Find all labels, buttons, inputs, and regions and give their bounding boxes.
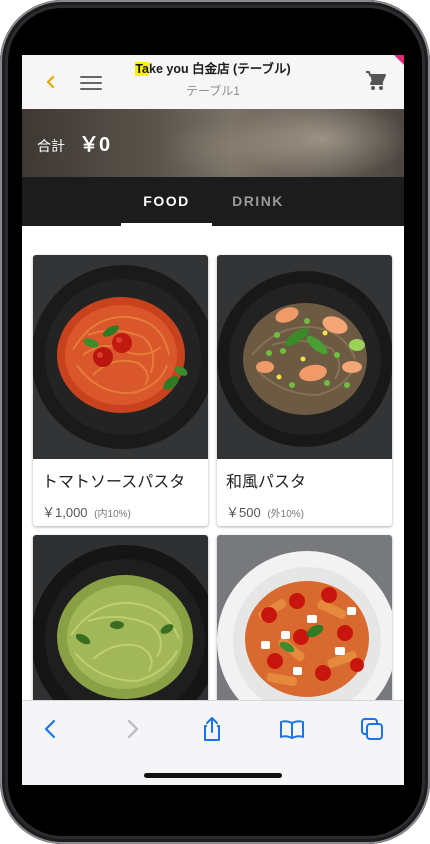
japanese-pasta-photo xyxy=(217,255,392,459)
price-value: ￥1,000 xyxy=(42,505,88,520)
tomato-pasta-photo xyxy=(33,255,208,459)
penne-pasta-photo xyxy=(217,535,392,700)
menu-item-card[interactable]: 和風パスタ ￥500 (外10%) xyxy=(217,255,392,526)
chevron-left-icon xyxy=(46,75,55,89)
category-tabs: FOOD DRINK xyxy=(22,177,404,226)
tax-note: (外10%) xyxy=(267,509,305,520)
pesto-pasta-photo xyxy=(33,535,208,700)
tabs-button[interactable] xyxy=(358,715,386,743)
tax-note: (内10%) xyxy=(94,509,131,520)
app-header: Take you 白金店 (テーブル) テーブル1 xyxy=(22,55,404,109)
tabs-icon xyxy=(361,718,383,740)
menu-item-name: トマトソースパスタ xyxy=(42,474,186,491)
total-value: ￥0 xyxy=(79,134,111,156)
back-button[interactable] xyxy=(40,71,62,93)
hamburger-icon xyxy=(80,76,102,90)
menu-item-price: ￥1,000 (内10%) xyxy=(42,502,131,521)
app-screen: Take you 白金店 (テーブル) テーブル1 合計 ￥0 FOOD DRI… xyxy=(22,55,404,785)
bookmarks-button[interactable] xyxy=(278,715,306,743)
corner-flag xyxy=(394,55,404,65)
menu-button[interactable] xyxy=(80,72,102,92)
browser-back-button[interactable] xyxy=(37,715,65,743)
menu-grid: トマトソースパスタ ￥1,000 (内10%) 和風パスタ ￥500 (外10%… xyxy=(22,226,404,700)
browser-forward-button[interactable] xyxy=(118,715,146,743)
cart-button[interactable] xyxy=(364,69,388,93)
menu-item-card[interactable] xyxy=(33,535,208,700)
tab-food[interactable]: FOOD xyxy=(121,177,212,226)
bookmarks-icon xyxy=(280,720,304,739)
menu-item-card[interactable] xyxy=(217,535,392,700)
share-icon xyxy=(204,717,220,741)
store-title-text: ke you 白金店 (テーブル) xyxy=(149,62,291,76)
tab-drink[interactable]: DRINK xyxy=(222,177,294,226)
menu-item-name: 和風パスタ xyxy=(226,474,307,491)
store-title-highlight: Ta xyxy=(135,62,150,76)
menu-item-price: ￥500 (外10%) xyxy=(226,502,304,521)
total-banner: 合計 ￥0 xyxy=(22,109,404,177)
header-title: Take you 白金店 (テーブル) テーブル1 xyxy=(112,61,314,98)
back-icon xyxy=(44,719,56,739)
table-name: テーブル1 xyxy=(186,84,240,98)
total-label: 合計 xyxy=(37,138,65,154)
price-value: ￥500 xyxy=(226,505,261,520)
home-indicator xyxy=(144,773,282,778)
cart-icon xyxy=(366,71,386,90)
browser-toolbar xyxy=(22,700,404,785)
share-button[interactable] xyxy=(198,715,226,743)
store-title: Take you 白金店 (テーブル) xyxy=(112,61,314,77)
menu-item-card[interactable]: トマトソースパスタ ￥1,000 (内10%) xyxy=(33,255,208,526)
forward-icon xyxy=(127,719,139,739)
